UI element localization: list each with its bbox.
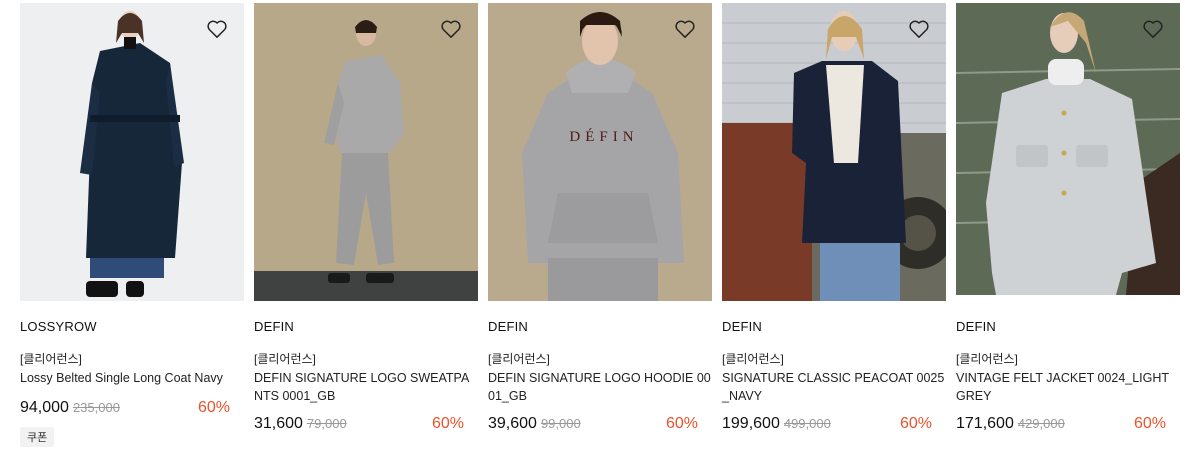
original-price: 99,000 <box>540 416 581 431</box>
price-row: 171,600 429,000 60% <box>956 415 1180 433</box>
product-title[interactable]: DEFIN SIGNATURE LOGO SWEATPANTS 0001_GB <box>254 369 478 405</box>
product-tag: [클리어런스] <box>254 352 316 366</box>
product-image[interactable]: DÉFIN <box>488 3 712 301</box>
discount-rate: 60% <box>1133 415 1166 432</box>
hoodie-print: DÉFIN <box>569 128 638 145</box>
discount-rate: 60% <box>665 415 698 432</box>
wishlist-heart-icon[interactable] <box>674 19 696 39</box>
product-card[interactable]: DEFIN [클리어런스] SIGNATURE CLASSIC PEACOAT … <box>722 3 946 447</box>
product-image[interactable] <box>956 3 1180 295</box>
price-row: 39,600 99,000 60% <box>488 415 712 433</box>
product-tag: [클리어런스] <box>488 352 550 366</box>
product-grid: LOSSYROW [클리어런스] Lossy Belted Single Lon… <box>20 3 1180 447</box>
price-row: 31,600 79,000 60% <box>254 415 478 433</box>
original-price: 499,000 <box>783 416 831 431</box>
product-image[interactable] <box>722 3 946 301</box>
product-brand[interactable]: DEFIN <box>254 319 478 336</box>
product-image[interactable] <box>20 3 244 301</box>
sale-price: 94,000 <box>20 399 69 416</box>
product-card[interactable]: DEFIN [클리어런스] VINTAGE FELT JACKET 0024_L… <box>956 3 1180 447</box>
discount-rate: 60% <box>431 415 464 432</box>
product-tag: [클리어런스] <box>956 352 1018 366</box>
wishlist-heart-icon[interactable] <box>440 19 462 39</box>
product-brand[interactable]: DEFIN <box>488 319 712 336</box>
price-row: 199,600 499,000 60% <box>722 415 946 433</box>
product-brand[interactable]: DEFIN <box>722 319 946 336</box>
price-row: 94,000 235,000 60% <box>20 399 244 417</box>
sale-price: 199,600 <box>722 415 780 432</box>
product-card[interactable]: DEFIN [클리어런스] DEFIN SIGNATURE LOGO SWEAT… <box>254 3 478 447</box>
wishlist-heart-icon[interactable] <box>1142 19 1164 39</box>
wishlist-heart-icon[interactable] <box>206 19 228 39</box>
original-price: 429,000 <box>1017 416 1065 431</box>
sale-price: 31,600 <box>254 415 303 432</box>
original-price: 79,000 <box>306 416 347 431</box>
discount-rate: 60% <box>197 399 230 416</box>
product-tag: [클리어런스] <box>722 352 784 366</box>
product-image[interactable] <box>254 3 478 301</box>
product-title[interactable]: DEFIN SIGNATURE LOGO HOODIE 0001_GB <box>488 369 712 405</box>
product-card[interactable]: DÉFIN DEFIN [클리어런스] DEFIN SIGNATURE LOGO… <box>488 3 712 447</box>
product-brand[interactable]: LOSSYROW <box>20 319 244 336</box>
sale-price: 39,600 <box>488 415 537 432</box>
product-card[interactable]: LOSSYROW [클리어런스] Lossy Belted Single Lon… <box>20 3 244 447</box>
product-brand[interactable]: DEFIN <box>956 319 1180 336</box>
product-title[interactable]: Lossy Belted Single Long Coat Navy <box>20 369 244 387</box>
discount-rate: 60% <box>899 415 932 432</box>
product-title[interactable]: VINTAGE FELT JACKET 0024_LIGHT GREY <box>956 369 1180 405</box>
product-tag: [클리어런스] <box>20 352 82 366</box>
original-price: 235,000 <box>72 400 120 415</box>
sale-price: 171,600 <box>956 415 1014 432</box>
coupon-badge: 쿠폰 <box>20 427 55 447</box>
product-title[interactable]: SIGNATURE CLASSIC PEACOAT 0025_NAVY <box>722 369 946 405</box>
wishlist-heart-icon[interactable] <box>908 19 930 39</box>
